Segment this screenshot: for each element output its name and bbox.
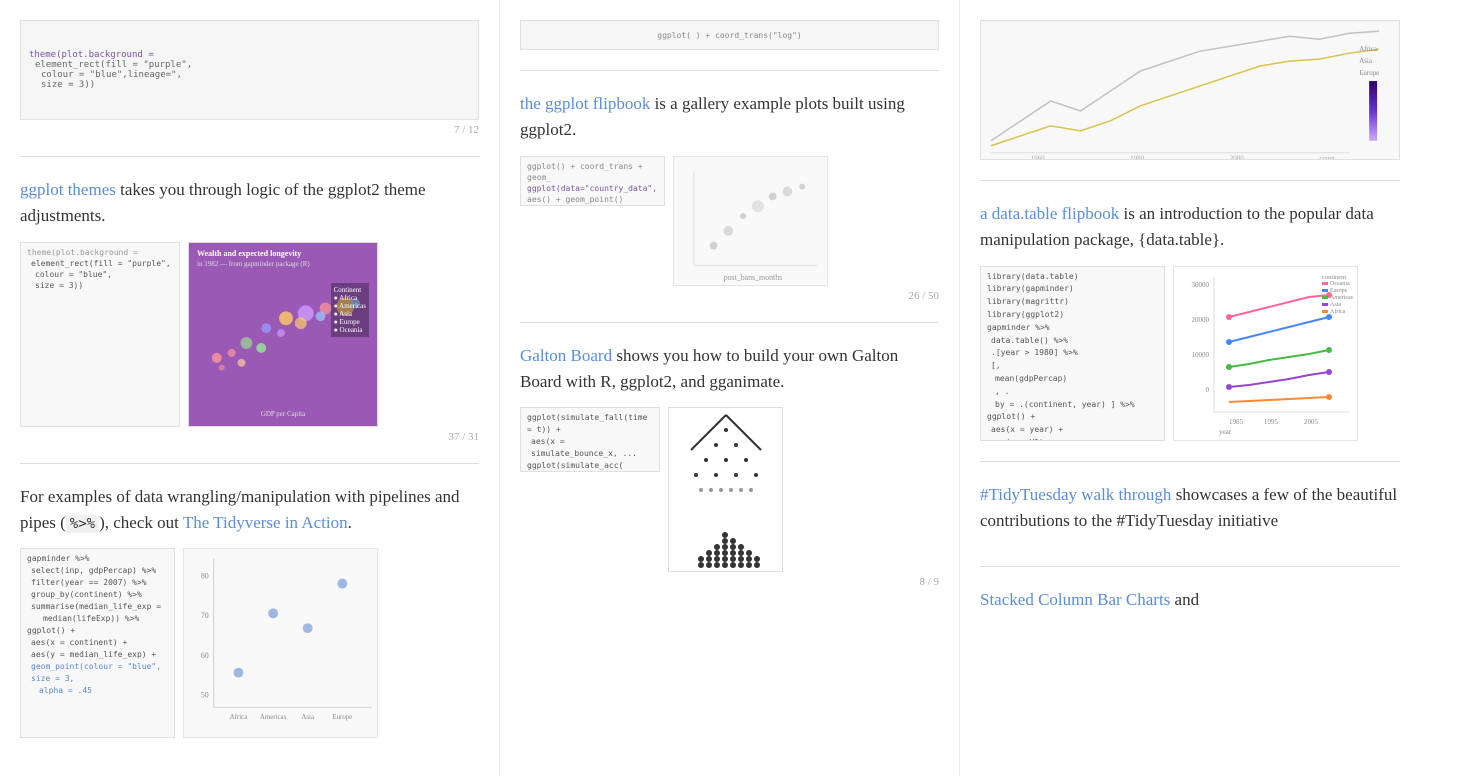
svg-text:2005: 2005 — [1304, 418, 1319, 426]
svg-text:20000: 20000 — [1192, 316, 1210, 324]
datatable-flipbook-section: a data.table flipbook is an introduction… — [980, 181, 1400, 462]
column-1: theme(plot.background = element_rect(fil… — [0, 0, 500, 776]
tidyverse-preview: gapminder %>% select(inp, gdpPercap) %>%… — [20, 548, 479, 738]
svg-text:2000: 2000 — [1230, 155, 1244, 160]
svg-text:Americas: Americas — [1330, 295, 1354, 301]
col1-top-section: theme(plot.background = element_rect(fil… — [20, 0, 479, 157]
slide-counter-col1-top: 7 / 12 — [20, 124, 479, 136]
tidyverse-chart: 80 70 60 50 Africa Americas Asia Europe — [183, 548, 378, 738]
svg-text:Asia: Asia — [1330, 302, 1341, 308]
tidytuesday-link[interactable]: #TidyTuesday walk through — [980, 485, 1171, 504]
page-container: theme(plot.background = element_rect(fil… — [0, 0, 1461, 776]
tidytuesday-section: #TidyTuesday walk through showcases a fe… — [980, 462, 1400, 568]
column-3: Africa Asia Europe 1960 — [960, 0, 1420, 776]
galton-board-text: Galton Board shows you how to build your… — [520, 343, 939, 396]
svg-text:year: year — [1219, 428, 1232, 436]
tidyverse-code: gapminder %>% select(inp, gdpPercap) %>%… — [20, 548, 175, 738]
tidyverse-link[interactable]: The Tidyverse in Action — [183, 513, 348, 532]
datatable-flipbook-preview: library(data.table) library(gapminder) l… — [980, 266, 1400, 441]
svg-text:1960: 1960 — [1031, 155, 1045, 160]
slide-counter-galton: 8 / 9 — [520, 576, 939, 588]
svg-text:70: 70 — [201, 612, 209, 621]
pipe-operator: %>% — [66, 515, 99, 533]
svg-text:1995: 1995 — [1264, 418, 1279, 426]
galton-board-preview: ggplot(simulate_fall(time = t)) + aes(x … — [520, 407, 939, 572]
col2-top-section: ggplot( ) + coord_trans("log") — [520, 0, 939, 71]
ggplot-flipbook-code: ggplot() + coord_trans + geom_ ggplot(da… — [520, 156, 665, 206]
svg-text:Africa: Africa — [1330, 308, 1346, 315]
svg-text:Europe: Europe — [1359, 69, 1379, 77]
stacked-col-section: Stacked Column Bar Charts and — [980, 567, 1400, 645]
svg-text:post_bans_months: post_bans_months — [724, 273, 783, 282]
svg-text:Europe: Europe — [332, 715, 352, 722]
svg-text:1985: 1985 — [1229, 418, 1244, 426]
ggplot-flipbook-preview: ggplot() + coord_trans + geom_ ggplot(da… — [520, 156, 939, 286]
ggplot-themes-link[interactable]: ggplot themes — [20, 180, 116, 199]
slide-counter-themes: 37 / 31 — [20, 431, 479, 443]
datatable-code: library(data.table) library(gapminder) l… — [980, 266, 1165, 441]
slide-counter-flipbook: 26 / 50 — [520, 290, 939, 302]
svg-text:80: 80 — [201, 572, 209, 581]
svg-text:Americas: Americas — [260, 715, 287, 722]
svg-text:count: count — [1319, 155, 1335, 160]
svg-text:Africa: Africa — [1359, 45, 1377, 53]
svg-text:Asia: Asia — [301, 715, 314, 722]
svg-text:Africa: Africa — [230, 715, 248, 722]
datatable-flipbook-link[interactable]: a data.table flipbook — [980, 204, 1119, 223]
svg-text:1980: 1980 — [1130, 155, 1144, 160]
ggplot-themes-section: ggplot themes takes you through logic of… — [20, 157, 479, 464]
galton-board-link[interactable]: Galton Board — [520, 346, 612, 365]
ggplot-flipbook-section: the ggplot flipbook is a gallery example… — [520, 71, 939, 323]
svg-text:0: 0 — [1206, 386, 1210, 394]
ggplot-themes-chart: Wealth and expected longevity in 1982 — … — [188, 242, 378, 427]
stacked-col-text: Stacked Column Bar Charts and — [980, 587, 1400, 613]
ggplot-themes-code: theme(plot.background = element_rect(fil… — [20, 242, 180, 427]
svg-text:30000: 30000 — [1192, 281, 1210, 289]
svg-text:Europe: Europe — [1330, 288, 1348, 294]
tidytuesday-text: #TidyTuesday walk through showcases a fe… — [980, 482, 1400, 535]
svg-text:continent: continent — [1322, 274, 1346, 281]
galton-board-chart — [668, 407, 783, 572]
datatable-flipbook-text: a data.table flipbook is an introduction… — [980, 201, 1400, 254]
galton-board-code: ggplot(simulate_fall(time = t)) + aes(x … — [520, 407, 660, 472]
galton-board-section: Galton Board shows you how to build your… — [520, 323, 939, 609]
datatable-chart: 30000 20000 10000 0 1985 1995 2005 — [1173, 266, 1358, 441]
stacked-col-link[interactable]: Stacked Column Bar Charts — [980, 590, 1170, 609]
svg-text:60: 60 — [201, 651, 209, 660]
col3-top-section: Africa Asia Europe 1960 — [980, 0, 1400, 181]
tidyverse-text: For examples of data wrangling/manipulat… — [20, 484, 479, 537]
ggplot-flipbook-text: the ggplot flipbook is a gallery example… — [520, 91, 939, 144]
ggplot-flipbook-link[interactable]: the ggplot flipbook — [520, 94, 650, 113]
svg-text:Asia: Asia — [1359, 57, 1372, 65]
svg-text:Oceania: Oceania — [1330, 281, 1350, 287]
svg-text:50: 50 — [201, 691, 209, 700]
ggplot-flipbook-chart: post_bans_months — [673, 156, 828, 286]
ggplot-themes-preview: theme(plot.background = element_rect(fil… — [20, 242, 479, 427]
tidyverse-section: For examples of data wrangling/manipulat… — [20, 464, 479, 759]
column-2: ggplot( ) + coord_trans("log") the ggplo… — [500, 0, 960, 776]
ggplot-themes-text: ggplot themes takes you through logic of… — [20, 177, 479, 230]
svg-text:10000: 10000 — [1192, 351, 1210, 359]
col3-top-chart: Africa Asia Europe 1960 — [980, 20, 1400, 160]
